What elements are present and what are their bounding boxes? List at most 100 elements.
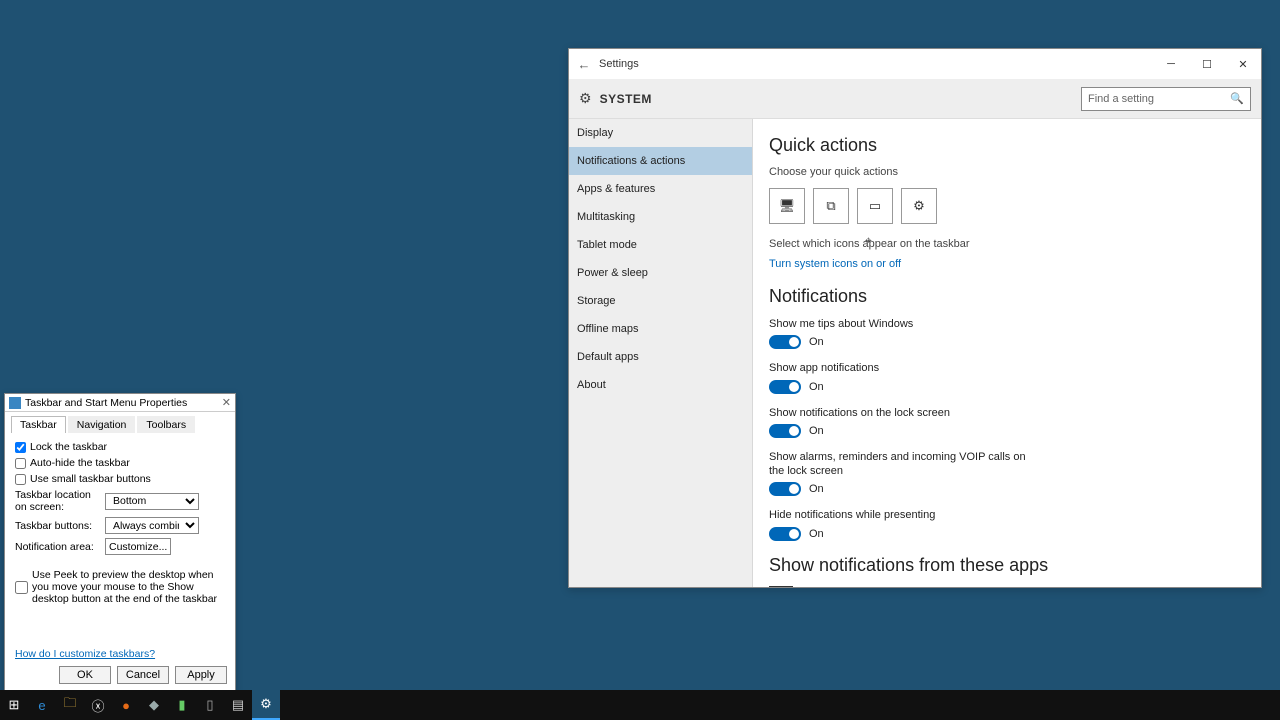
check-small-buttons-label: Use small taskbar buttons — [30, 473, 151, 485]
sidebar-item-notifications[interactable]: Notifications & actions — [569, 147, 752, 175]
toggle-lock-label: Show notifications on the lock screen — [769, 406, 1029, 420]
edge-button[interactable]: e — [28, 690, 56, 720]
sidebar-item-about[interactable]: About — [569, 371, 752, 399]
cancel-button[interactable]: Cancel — [117, 666, 169, 684]
props-close-button[interactable]: ✕ — [222, 396, 231, 409]
tab-toolbars[interactable]: Toolbars — [137, 416, 195, 433]
search-input[interactable]: Find a setting 🔍 — [1081, 87, 1251, 111]
sidebar-item-multitasking[interactable]: Multitasking — [569, 203, 752, 231]
sidebar-item-tablet[interactable]: Tablet mode — [569, 231, 752, 259]
quick-action-1[interactable]: 🖥 — [769, 188, 805, 224]
toggle-alarms-state: On — [809, 483, 824, 495]
check-peek-box[interactable] — [15, 570, 28, 605]
toggle-app-notif-state: On — [809, 381, 824, 393]
titlebar: ← Settings ─ ☐ ✕ — [569, 49, 1261, 79]
link-taskbar-icons[interactable]: Select which icons appear on the taskbar — [769, 238, 1245, 250]
gear-icon: ⚙ — [913, 198, 925, 214]
tab-taskbar[interactable]: Taskbar — [11, 416, 66, 433]
check-small-buttons-box[interactable] — [15, 474, 26, 485]
settings-content: Quick actions Choose your quick actions … — [753, 119, 1261, 587]
buttons-select[interactable]: Always combine, hide labels — [105, 517, 199, 534]
link-system-icons[interactable]: Turn system icons on or off — [769, 258, 1245, 270]
ok-button[interactable]: OK — [59, 666, 111, 684]
toggle-presenting[interactable] — [769, 527, 801, 541]
sidebar: Display Notifications & actions Apps & f… — [569, 119, 753, 587]
taskbar-properties-icon: ▤ — [232, 697, 244, 713]
edge-icon: e — [38, 698, 45, 713]
toggle-presenting-label: Hide notifications while presenting — [769, 508, 1029, 522]
quick-action-2[interactable]: ⧉ — [813, 188, 849, 224]
app-5-button[interactable]: ◆ — [140, 690, 168, 720]
file-explorer-button[interactable]: 🗀 — [56, 690, 84, 720]
check-small-buttons[interactable]: Use small taskbar buttons — [15, 473, 225, 485]
sidebar-item-storage[interactable]: Storage — [569, 287, 752, 315]
help-link[interactable]: How do I customize taskbars? — [15, 648, 155, 660]
taskbar-props-button[interactable]: ▤ — [224, 690, 252, 720]
header-label: SYSTEM — [600, 92, 652, 106]
notif-area-label: Notification area: — [15, 541, 105, 553]
check-lock-taskbar-label: Lock the taskbar — [30, 441, 107, 453]
check-lock-taskbar-box[interactable] — [15, 442, 26, 453]
unknown-app-3-icon: ▯ — [206, 697, 213, 713]
quick-actions-desc: Choose your quick actions — [769, 166, 1245, 178]
app-name: BitTorrent — [801, 586, 906, 587]
taskbar-properties-dialog: Taskbar and Start Menu Properties ✕ Task… — [4, 393, 236, 691]
start-button[interactable]: ⊞ — [0, 690, 28, 720]
unknown-app-icon: ◆ — [149, 697, 159, 713]
note-icon: ▭ — [869, 198, 881, 214]
toggle-alarms[interactable] — [769, 482, 801, 496]
check-auto-hide-box[interactable] — [15, 458, 26, 469]
search-icon: 🔍 — [1230, 92, 1244, 105]
toggle-tips-label: Show me tips about Windows — [769, 317, 1029, 331]
xbox-button[interactable]: ⓧ — [84, 690, 112, 720]
settings-icon: ⚙ — [260, 696, 272, 712]
settings-taskbar-button[interactable]: ⚙ — [252, 690, 280, 720]
sidebar-item-default-apps[interactable]: Default apps — [569, 343, 752, 371]
toggle-lock-state: On — [809, 425, 824, 437]
sidebar-item-display[interactable]: Display — [569, 119, 752, 147]
start-icon: ⊞ — [9, 697, 20, 713]
connect-icon: 🖥 — [779, 198, 796, 214]
tab-navigation[interactable]: Navigation — [68, 416, 136, 433]
maximize-button[interactable]: ☐ — [1189, 49, 1225, 79]
check-peek-label: Use Peek to preview the desktop when you… — [32, 569, 225, 605]
notifications-heading: Notifications — [769, 286, 1245, 307]
sidebar-item-offline-maps[interactable]: Offline maps — [569, 315, 752, 343]
check-auto-hide[interactable]: Auto-hide the taskbar — [15, 457, 225, 469]
props-title-text: Taskbar and Start Menu Properties — [25, 397, 187, 409]
toggle-app-notif-label: Show app notifications — [769, 361, 1029, 375]
apps-heading: Show notifications from these apps — [769, 555, 1245, 576]
sidebar-item-power[interactable]: Power & sleep — [569, 259, 752, 287]
gear-icon: ⚙ — [579, 90, 592, 107]
app-6-button[interactable]: ▮ — [168, 690, 196, 720]
toggle-lock[interactable] — [769, 424, 801, 438]
toggle-alarms-label: Show alarms, reminders and incoming VOIP… — [769, 450, 1029, 479]
unknown-app-2-icon: ▮ — [178, 697, 185, 713]
settings-header: ⚙ SYSTEM Find a setting 🔍 — [569, 79, 1261, 119]
firefox-button[interactable]: ● — [112, 690, 140, 720]
sidebar-item-apps[interactable]: Apps & features — [569, 175, 752, 203]
minimize-button[interactable]: ─ — [1153, 49, 1189, 79]
check-lock-taskbar[interactable]: Lock the taskbar — [15, 441, 225, 453]
settings-window: ← Settings ─ ☐ ✕ ⚙ SYSTEM Find a setting… — [568, 48, 1262, 588]
toggle-presenting-state: On — [809, 528, 824, 540]
toggle-tips-state: On — [809, 336, 824, 348]
apply-button[interactable]: Apply — [175, 666, 227, 684]
customize-button[interactable]: Customize... — [105, 538, 171, 555]
props-titlebar: Taskbar and Start Menu Properties ✕ — [5, 394, 235, 412]
location-select[interactable]: Bottom — [105, 493, 199, 510]
app-7-button[interactable]: ▯ — [196, 690, 224, 720]
app-row-bittorrent[interactable]: ◯ BitTorrent On: Banners, Sounds On — [769, 586, 1245, 587]
close-button[interactable]: ✕ — [1225, 49, 1261, 79]
search-placeholder: Find a setting — [1088, 93, 1154, 105]
quick-actions-heading: Quick actions — [769, 135, 1245, 156]
taskbar-icon — [9, 397, 21, 409]
quick-action-3[interactable]: ▭ — [857, 188, 893, 224]
cursor-icon: ⌖ — [865, 233, 872, 248]
toggle-tips[interactable] — [769, 335, 801, 349]
quick-action-4[interactable]: ⚙ — [901, 188, 937, 224]
check-auto-hide-label: Auto-hide the taskbar — [30, 457, 130, 469]
buttons-label: Taskbar buttons: — [15, 520, 105, 532]
toggle-app-notif[interactable] — [769, 380, 801, 394]
back-button[interactable]: ← — [569, 57, 599, 72]
